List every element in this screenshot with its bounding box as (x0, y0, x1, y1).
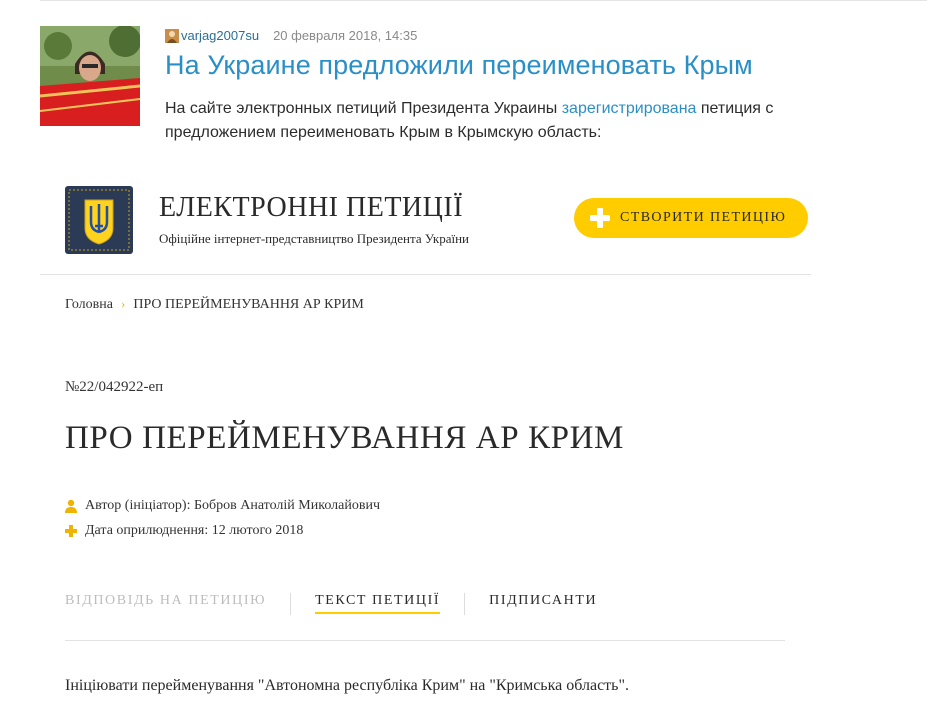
site-title[interactable]: ЕЛЕКТРОННІ ПЕТИЦІЇ (159, 192, 463, 224)
header-divider (40, 274, 811, 275)
post-lead: На сайте электронных петиций Президента … (165, 97, 885, 145)
petition-body: Ініціювати перейменування "Автономна рес… (65, 677, 629, 694)
post-meta: varjag2007su 20 февраля 2018, 14:35 (165, 28, 417, 43)
post-title[interactable]: На Украине предложили переименовать Крым (165, 50, 753, 81)
author-link[interactable]: varjag2007su (181, 28, 259, 43)
petition-tabs: ВІДПОВІДЬ НА ПЕТИЦІЮ ТЕКСТ ПЕТИЦІЇ ПІДПИ… (65, 593, 597, 617)
create-petition-button[interactable]: СТВОРИТИ ПЕТИЦІЮ (574, 198, 808, 238)
tab-separator (290, 593, 292, 615)
breadcrumb-home[interactable]: Головна (65, 297, 113, 312)
petition-date-text: Дата оприлюднення: 12 лютого 2018 (85, 523, 304, 538)
post-date: 20 февраля 2018, 14:35 (273, 28, 418, 43)
user-icon (65, 499, 77, 513)
petition-date: Дата оприлюднення: 12 лютого 2018 (65, 523, 303, 539)
tab-signatories[interactable]: ПІДПИСАНТИ (489, 593, 597, 612)
create-petition-label: СТВОРИТИ ПЕТИЦІЮ (620, 210, 787, 225)
petition-title: ПРО ПЕРЕЙМЕНУВАННЯ АР КРИМ (65, 420, 624, 456)
tab-petition-text[interactable]: ТЕКСТ ПЕТИЦІЇ (315, 593, 441, 614)
author-photo[interactable] (40, 26, 140, 126)
tabs-divider (65, 640, 785, 641)
registered-link[interactable]: зарегистрирована (562, 100, 697, 117)
top-divider (40, 0, 927, 1)
petition-number: №22/042922-еп (65, 379, 164, 395)
user-avatar-icon (165, 29, 179, 43)
plus-icon (65, 524, 77, 538)
petition-author: Автор (ініціатор): Бобров Анатолій Микол… (65, 498, 380, 514)
petition-author-text: Автор (ініціатор): Бобров Анатолій Микол… (85, 498, 380, 513)
plus-icon (590, 208, 610, 228)
breadcrumb: Головна › ПРО ПЕРЕЙМЕНУВАННЯ АР КРИМ (65, 296, 364, 313)
site-subtitle: Офіційне інтернет-представництво Президе… (159, 231, 470, 246)
tab-response: ВІДПОВІДЬ НА ПЕТИЦІЮ (65, 593, 267, 608)
tab-separator (464, 593, 466, 615)
chevron-right-icon: › (120, 296, 126, 311)
trident-emblem-icon[interactable] (65, 186, 133, 254)
breadcrumb-current: ПРО ПЕРЕЙМЕНУВАННЯ АР КРИМ (133, 297, 364, 312)
post-lead-text: На сайте электронных петиций Президента … (165, 100, 562, 117)
